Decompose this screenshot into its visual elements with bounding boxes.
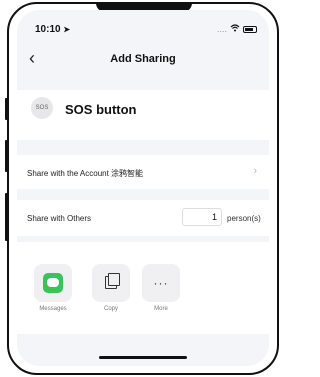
share-with-others-row: Share with Others 1 person(s) (17, 200, 269, 236)
share-more-label: More (154, 306, 168, 312)
status-bar: 10:10 ➤ .... (17, 10, 269, 38)
more-icon: ··· (153, 276, 169, 290)
signal-icon: .... (216, 24, 227, 34)
copy-icon-front (108, 273, 120, 286)
phone-frame: 10:10 ➤ .... ‹ Add Sharing SOS SOS butto… (7, 2, 279, 375)
message-bubble-icon (47, 278, 59, 287)
share-more-button[interactable]: ··· More (141, 264, 181, 312)
share-copy-label: Copy (103, 306, 118, 312)
page-title: Add Sharing (110, 53, 176, 65)
home-indicator[interactable] (99, 356, 187, 359)
person-count-input[interactable]: 1 (182, 208, 222, 226)
share-with-others-label: Share with Others (27, 214, 92, 223)
more-icon-box: ··· (142, 264, 180, 302)
share-messages-button[interactable]: Messages (33, 264, 73, 312)
wifi-svg (230, 24, 240, 32)
share-with-account-row[interactable]: Share with the Account 涂鸦智能 › (17, 155, 269, 189)
person-unit-label: person(s) (227, 214, 261, 223)
device-name: SOS button (65, 102, 137, 117)
share-messages-label: Messages (39, 306, 67, 312)
battery-icon (243, 25, 257, 33)
nav-bar: ‹ Add Sharing (17, 48, 269, 74)
status-icons: .... (217, 24, 257, 34)
share-copy-button[interactable]: Copy (91, 264, 131, 312)
share-with-account-label: Share with the Account 涂鸦智能 (27, 169, 144, 178)
device-card: SOS SOS button (17, 90, 269, 140)
messages-icon (43, 273, 63, 293)
location-arrow-icon: ➤ (63, 25, 71, 34)
chevron-right-icon: › (253, 165, 257, 177)
screen: 10:10 ➤ .... ‹ Add Sharing SOS SOS butto… (17, 10, 269, 366)
sos-device-icon: SOS (31, 97, 53, 119)
status-time: 10:10 ➤ (35, 24, 71, 35)
wifi-icon (230, 24, 240, 34)
messages-icon-box (34, 264, 72, 302)
copy-icon-box (92, 264, 130, 302)
share-options-panel: Messages Copy ··· More (17, 242, 269, 334)
